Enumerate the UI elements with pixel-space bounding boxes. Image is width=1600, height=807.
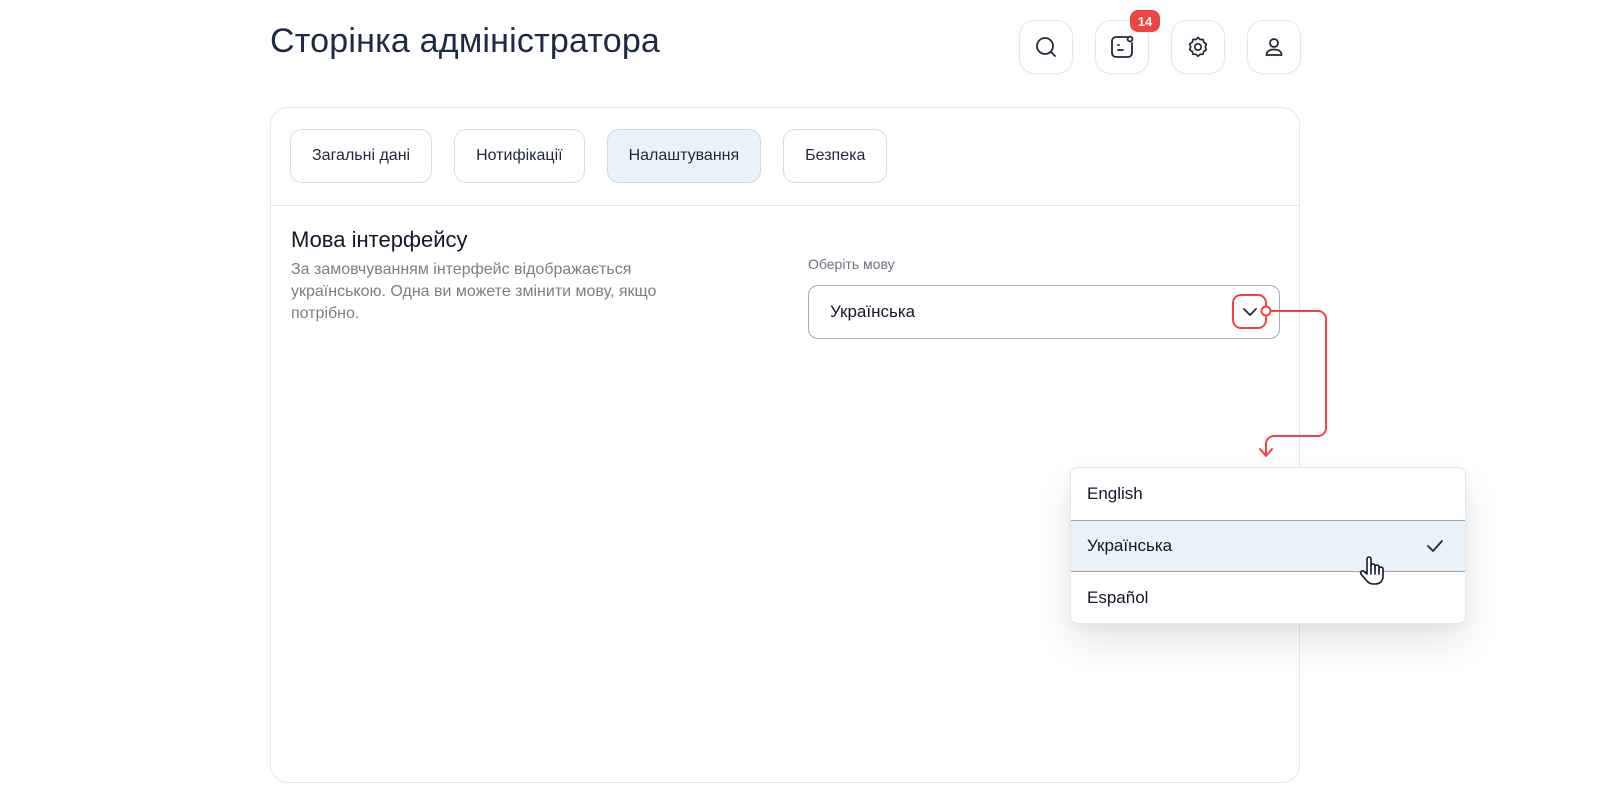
- option-label: Українська: [1087, 536, 1173, 555]
- settings-button[interactable]: [1171, 20, 1225, 74]
- page-title: Сторінка адміністратора: [270, 22, 661, 60]
- tab-bar: Загальні дані Нотифікації Налаштування Б…: [290, 129, 888, 183]
- tabs-divider: [271, 205, 1299, 206]
- chevron-down-icon[interactable]: [1232, 294, 1267, 329]
- option-label: Español: [1087, 588, 1149, 607]
- settings-card: Загальні дані Нотифікації Налаштування Б…: [270, 107, 1300, 783]
- check-icon: [1425, 536, 1445, 561]
- admin-page: Сторінка адміністратора 14 Загальні дані…: [0, 0, 1600, 807]
- option-spanish[interactable]: Español: [1071, 572, 1465, 623]
- section-title: Мова інтерфейсу: [291, 227, 468, 252]
- option-english[interactable]: English: [1071, 468, 1465, 520]
- tab-notifications[interactable]: Нотифікації: [454, 129, 585, 183]
- language-dropdown: English Українська Español: [1070, 467, 1466, 624]
- gear-icon: [1186, 35, 1210, 59]
- tab-settings[interactable]: Налаштування: [606, 129, 762, 183]
- option-label: English: [1087, 484, 1143, 503]
- section-description: За замовчуванням інтерфейс відображаєтьс…: [291, 261, 657, 322]
- notification-badge: 14: [1130, 10, 1160, 32]
- search-icon: [1034, 35, 1058, 59]
- user-icon: [1262, 35, 1286, 59]
- option-ukrainian[interactable]: Українська: [1071, 520, 1465, 572]
- notifications-button[interactable]: 14: [1095, 10, 1160, 74]
- tab-security[interactable]: Безпека: [783, 129, 888, 183]
- notes-icon: [1109, 34, 1135, 60]
- header-actions: 14: [1019, 10, 1301, 74]
- language-select-label: Оберіть мову: [808, 256, 895, 272]
- language-select-value: Українська: [830, 302, 916, 321]
- language-select[interactable]: Українська: [808, 285, 1280, 339]
- tab-general[interactable]: Загальні дані: [290, 129, 433, 183]
- hand-pointer-icon: [1356, 555, 1388, 592]
- search-button[interactable]: [1019, 20, 1073, 74]
- profile-button[interactable]: [1247, 20, 1301, 74]
